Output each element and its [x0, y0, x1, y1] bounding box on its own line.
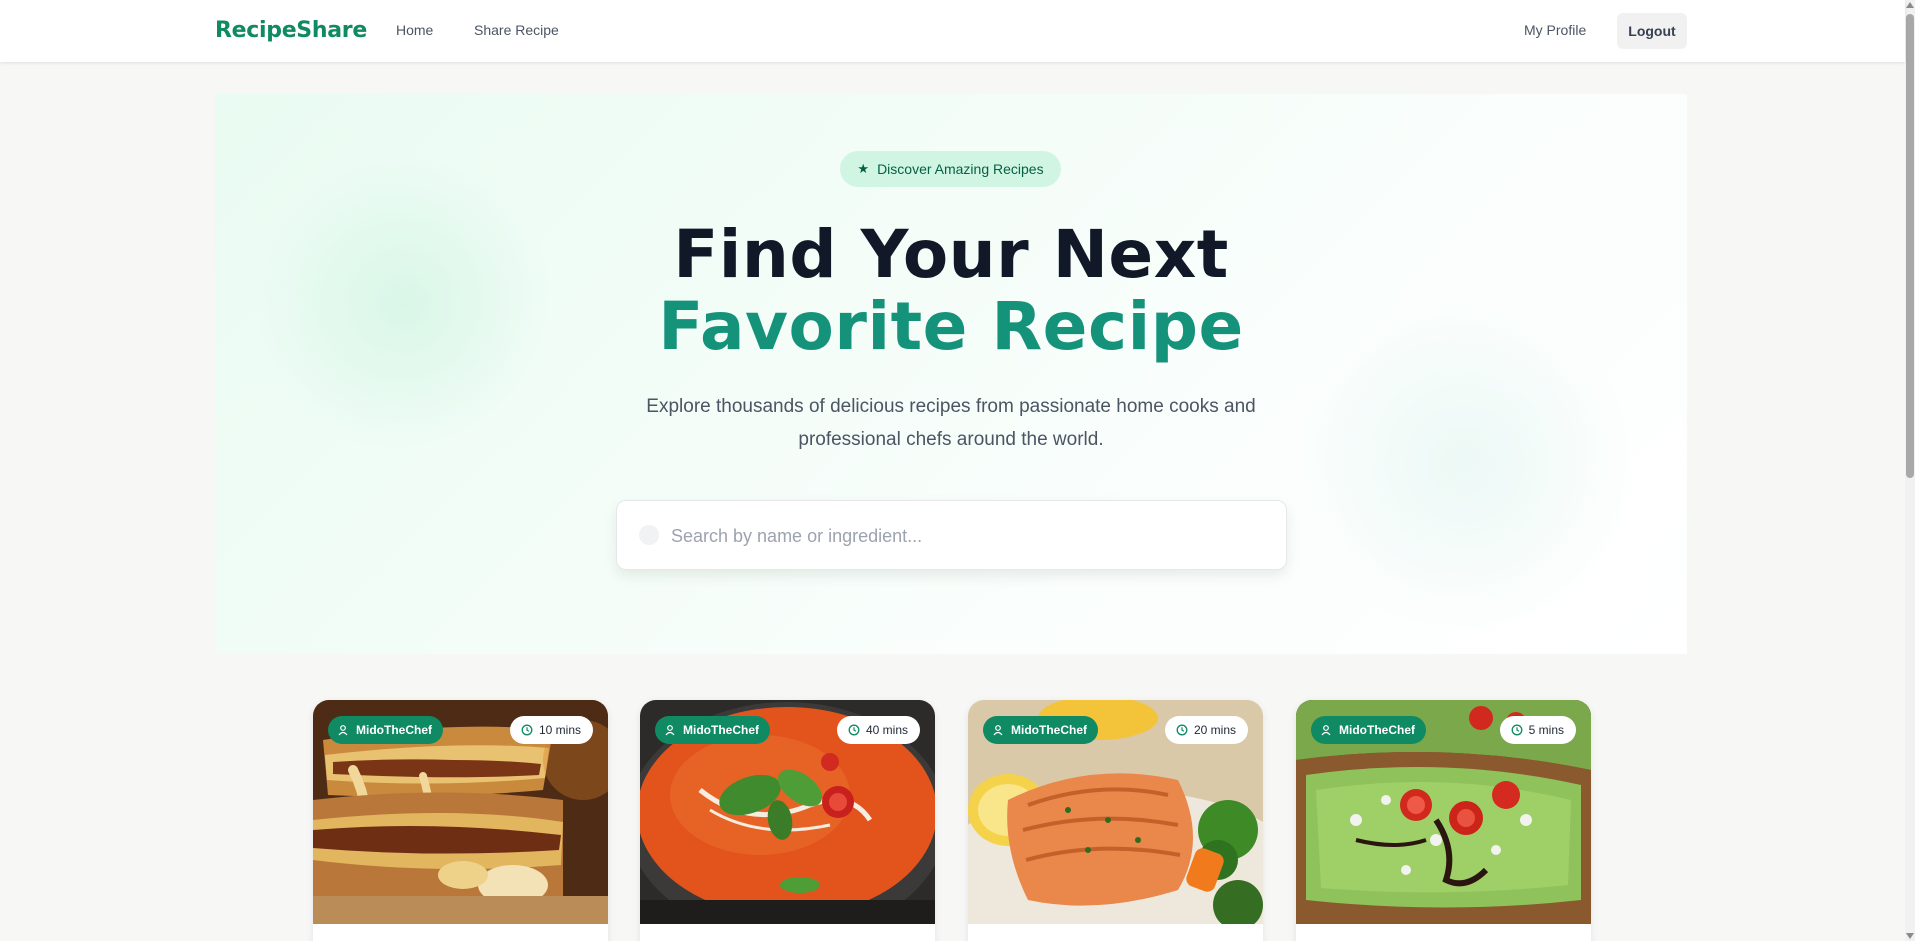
user-icon [338, 725, 348, 736]
recipe-card[interactable]: MidoTheChef 40 mins [640, 700, 935, 941]
recipe-card[interactable]: MidoTheChef 20 mins [968, 700, 1263, 941]
clock-icon [521, 724, 533, 736]
nav-link-home[interactable]: Home [396, 22, 433, 38]
logout-button[interactable]: Logout [1617, 13, 1687, 49]
chef-badge[interactable]: MidoTheChef [1311, 716, 1426, 744]
cook-time: 40 mins [865, 723, 908, 737]
chef-name: MidoTheChef [683, 723, 759, 737]
hero-subtitle: Explore thousands of delicious recipes f… [646, 396, 1256, 450]
cook-time-badge: 5 mins [1499, 716, 1576, 744]
clock-icon [848, 724, 860, 736]
cook-time: 5 mins [1528, 723, 1564, 737]
chef-name: MidoTheChef [1011, 723, 1087, 737]
scroll-down-arrow-icon[interactable] [1906, 933, 1914, 939]
chef-name: MidoTheChef [356, 723, 432, 737]
star-icon: ★ [857, 161, 870, 176]
headline-line-1: Find Your Next [673, 216, 1229, 293]
recipe-card[interactable]: MidoTheChef 10 mins [313, 700, 608, 941]
recipe-card[interactable]: MidoTheChef 5 mins [1296, 700, 1591, 941]
chef-badge[interactable]: MidoTheChef [983, 716, 1098, 744]
brand-logo[interactable]: RecipeShare [215, 18, 367, 43]
user-icon [665, 725, 675, 736]
chef-badge[interactable]: MidoTheChef [328, 716, 443, 744]
cook-time-badge: 20 mins [1164, 716, 1248, 744]
headline-line-2: Favorite Recipe [658, 288, 1244, 365]
badge-label: Discover Amazing Recipes [877, 161, 1044, 177]
user-icon [993, 725, 1003, 736]
clock-icon [1511, 724, 1523, 736]
cook-time-badge: 40 mins [836, 716, 920, 744]
search-icon [639, 525, 659, 545]
search-input[interactable] [671, 515, 1261, 557]
user-icon [1321, 725, 1331, 736]
discover-badge: ★ Discover Amazing Recipes [840, 151, 1061, 187]
page-scrollbar[interactable] [1905, 0, 1915, 941]
cook-time-badge: 10 mins [509, 716, 593, 744]
scroll-up-arrow-icon[interactable] [1906, 2, 1914, 8]
clock-icon [1176, 724, 1188, 736]
cook-time: 20 mins [1193, 723, 1236, 737]
chef-badge[interactable]: MidoTheChef [655, 716, 770, 744]
nav-link-share-recipe[interactable]: Share Recipe [474, 22, 559, 38]
nav-link-my-profile[interactable]: My Profile [1524, 22, 1586, 38]
chef-name: MidoTheChef [1339, 723, 1415, 737]
scroll-thumb[interactable] [1906, 14, 1914, 478]
cook-time: 10 mins [538, 723, 581, 737]
hero-section: ★ Discover Amazing Recipes Find Your Nex… [215, 94, 1687, 654]
navbar: RecipeShare Home Share Recipe My Profile… [0, 0, 1905, 62]
search-box[interactable] [616, 500, 1287, 570]
